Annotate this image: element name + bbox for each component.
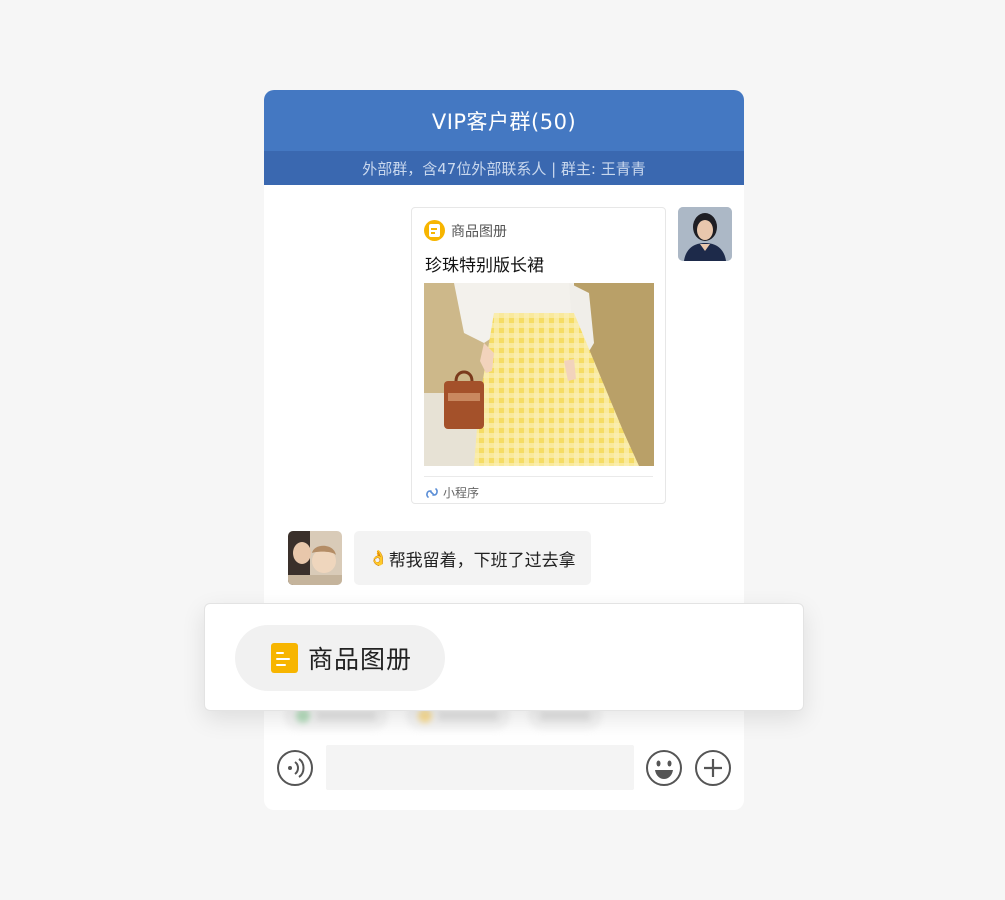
- message-bubble[interactable]: 👌 帮我留着，下班了过去拿: [354, 531, 591, 585]
- emoji-button[interactable]: [645, 749, 683, 787]
- more-button[interactable]: [694, 749, 732, 787]
- mini-program-label: 小程序: [443, 486, 480, 500]
- product-album-icon: [424, 220, 445, 241]
- product-image: [424, 283, 654, 466]
- document-list-icon: [271, 643, 298, 673]
- voice-icon: [277, 750, 313, 786]
- mini-program-icon: [426, 487, 438, 498]
- other-avatar[interactable]: [288, 531, 342, 585]
- product-title: 珍珠特别版长裙: [425, 256, 544, 276]
- product-album-button[interactable]: 商品图册: [235, 625, 445, 691]
- ok-hand-icon: 👌: [369, 549, 388, 567]
- card-header: 商品图册: [424, 220, 507, 241]
- chat-subheader: 外部群，含47位外部联系人 | 群主: 王青青: [264, 151, 744, 185]
- self-avatar[interactable]: [678, 207, 732, 261]
- card-app-name: 商品图册: [451, 223, 507, 240]
- card-divider: [424, 476, 653, 477]
- product-album-label: 商品图册: [308, 645, 413, 674]
- chat-subtitle: 外部群，含47位外部联系人 | 群主: 王青青: [362, 159, 646, 178]
- chat-title: VIP客户群(50): [431, 109, 577, 134]
- toolbar-popup: 商品图册: [204, 603, 804, 711]
- message-text: 帮我留着，下班了过去拿: [388, 550, 576, 571]
- input-bar: [264, 740, 744, 800]
- chat-header: VIP客户群(50): [264, 90, 744, 151]
- plus-icon: [695, 750, 731, 786]
- message-input[interactable]: [326, 745, 634, 790]
- product-card[interactable]: 商品图册 珍珠特别版长裙 小程序: [411, 207, 666, 504]
- emoji-icon: [646, 750, 682, 786]
- mini-program-footer: 小程序: [425, 484, 479, 501]
- voice-button[interactable]: [276, 749, 314, 787]
